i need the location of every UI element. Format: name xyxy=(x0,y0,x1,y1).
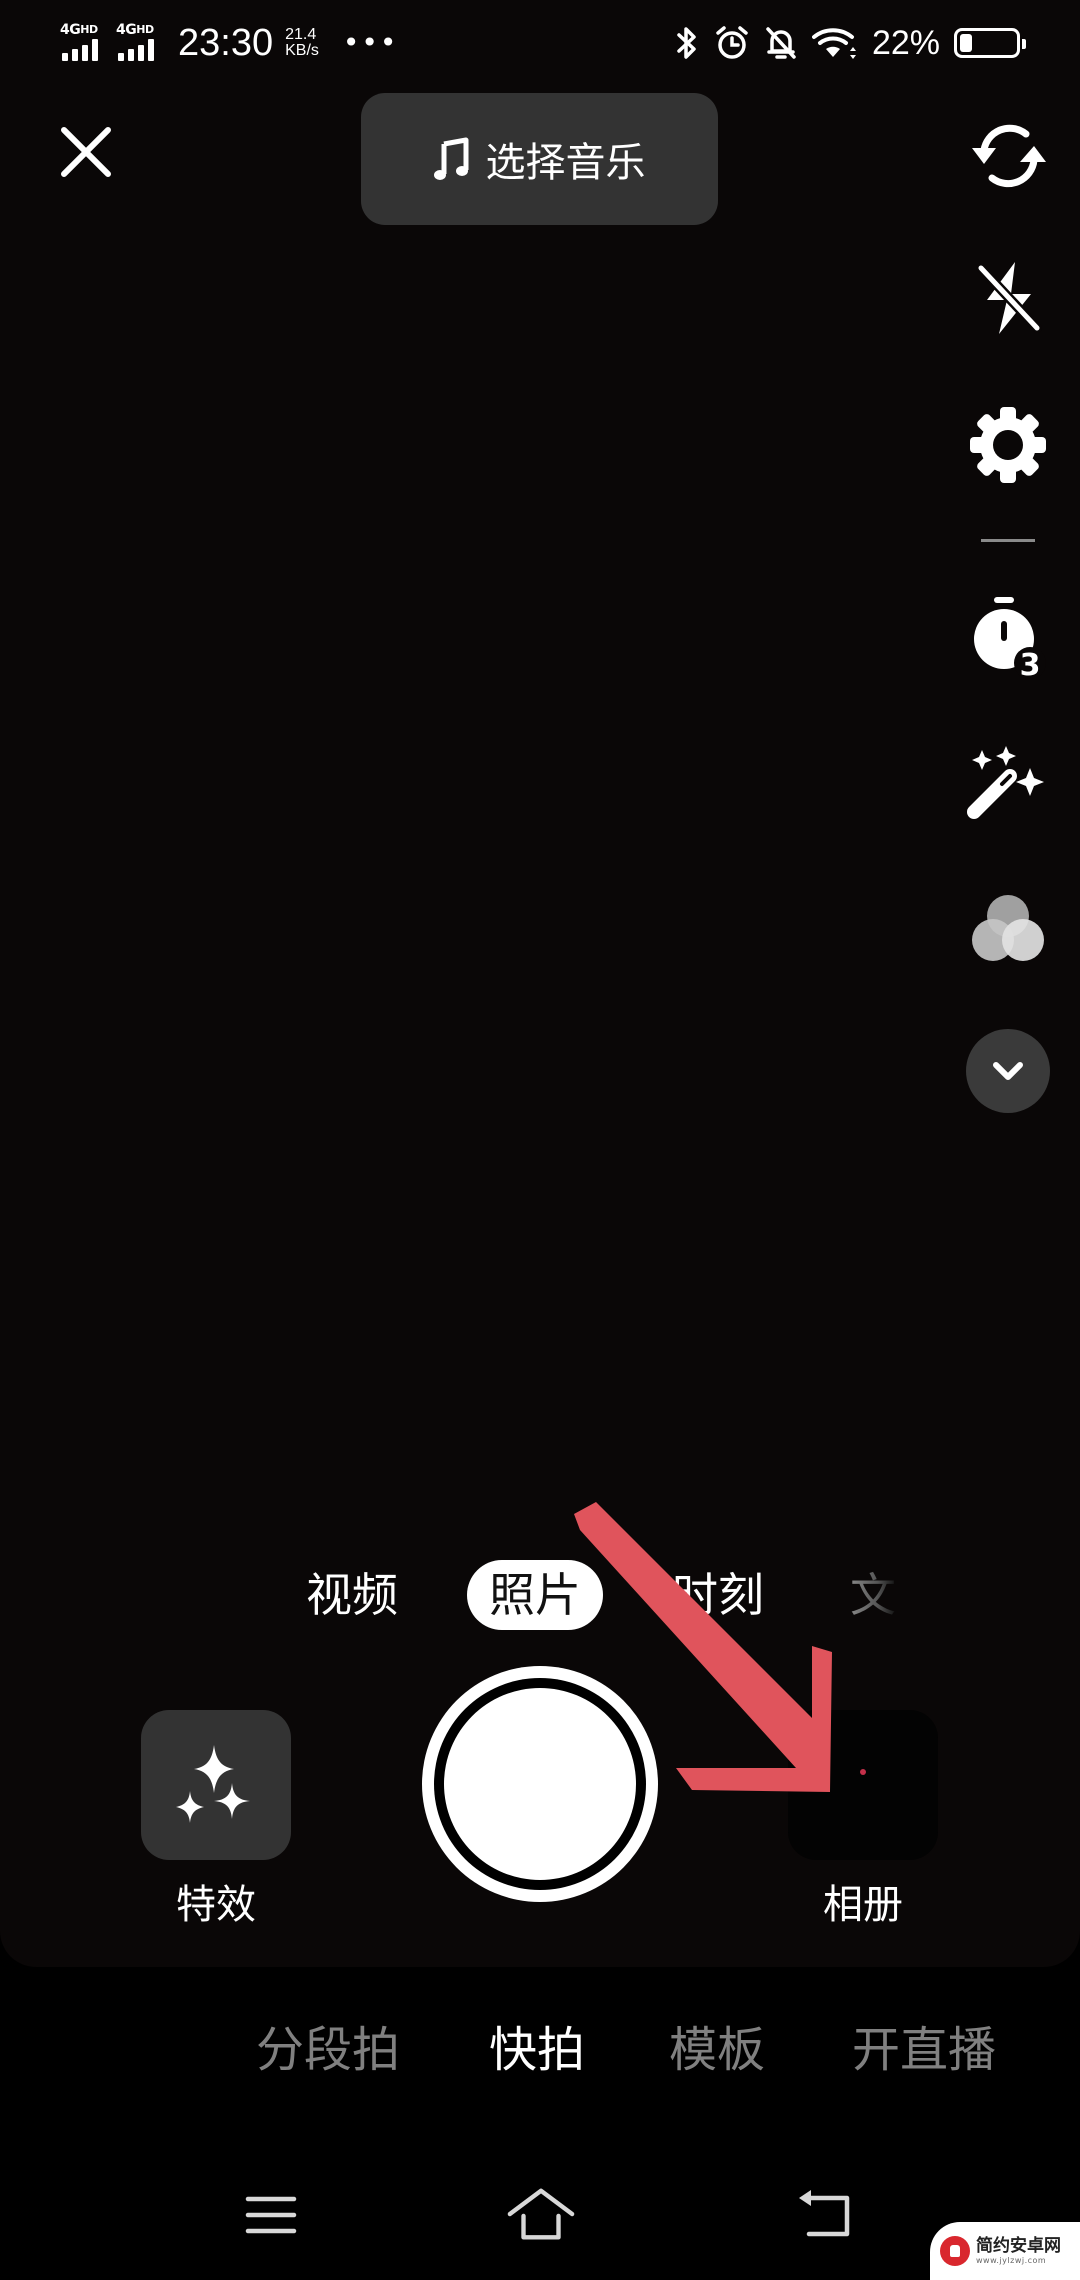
timer-icon: 3 xyxy=(974,597,1046,683)
sim2-network-label: 4G xyxy=(116,22,137,38)
sim1-network-label: 4G xyxy=(60,22,81,38)
app-tab-segmented[interactable]: 分段拍 xyxy=(256,2010,400,2090)
battery-percent: 22% xyxy=(871,23,940,62)
nav-back-button[interactable] xyxy=(790,2180,860,2250)
select-music-button[interactable]: 选择音乐 xyxy=(361,93,718,225)
mode-tab-video[interactable]: 视频 xyxy=(306,1560,398,1630)
watermark-logo-icon xyxy=(940,2236,970,2266)
sparkles-icon xyxy=(176,1745,250,1823)
select-music-label: 选择音乐 xyxy=(485,140,646,186)
watermark-title: 简约安卓网 xyxy=(976,2235,1061,2256)
beautify-button[interactable] xyxy=(962,735,1054,825)
filters-button[interactable] xyxy=(962,885,1054,975)
battery-icon xyxy=(954,28,1026,58)
home-icon xyxy=(507,2188,575,2240)
mode-tab-text[interactable]: 文 xyxy=(850,1560,896,1630)
capture-mode-tabs: 视频 照片 时刻 文 xyxy=(0,1560,1080,1630)
chevron-down-icon xyxy=(993,1062,1023,1080)
bell-muted-icon xyxy=(766,27,796,59)
flash-off-icon xyxy=(976,262,1042,334)
nav-home-button[interactable] xyxy=(506,2180,576,2250)
network-speed-value: 21.4 xyxy=(285,26,317,43)
album-label: 相册 xyxy=(823,1882,903,1928)
app-tab-quick-shot[interactable]: 快拍 xyxy=(489,2010,585,2090)
timer-badge: 3 xyxy=(1020,648,1041,683)
sim2-badge: HD xyxy=(136,23,154,36)
album-button[interactable] xyxy=(788,1710,938,1860)
network-speed: 21.4 KB/s xyxy=(285,27,319,59)
status-bar: 4GHD 4GHD 23:30 21.4 KB/s ••• 22% xyxy=(0,0,1080,86)
alarm-icon xyxy=(716,26,748,59)
close-icon xyxy=(61,127,111,177)
filter-circles-icon xyxy=(972,895,1044,961)
more-notifications-icon: ••• xyxy=(342,26,399,59)
wifi-icon xyxy=(811,28,856,59)
network-speed-unit: KB/s xyxy=(285,42,319,59)
shutter-button[interactable] xyxy=(422,1666,658,1902)
app-tab-go-live[interactable]: 开直播 xyxy=(852,2010,996,2090)
bluetooth-icon xyxy=(677,27,696,59)
watermark-url: www.jylzwj.com xyxy=(976,2255,1047,2265)
more-tools-button[interactable] xyxy=(966,1029,1050,1113)
close-button[interactable] xyxy=(56,122,116,182)
sim1-signal-icon: 4GHD xyxy=(60,23,108,63)
effects-button[interactable] xyxy=(141,1710,291,1860)
app-tab-templates[interactable]: 模板 xyxy=(669,2010,765,2090)
app-tabs: 分段拍 快拍 模板 开直播 xyxy=(0,2010,1080,2090)
effects-label: 特效 xyxy=(176,1882,256,1928)
mode-tab-moment[interactable]: 时刻 xyxy=(672,1560,764,1630)
gear-icon xyxy=(970,407,1046,483)
battery-level-fill xyxy=(960,34,972,52)
sim2-signal-icon: 4GHD xyxy=(116,23,164,63)
nav-menu-button[interactable] xyxy=(236,2180,306,2250)
album-thumbnail xyxy=(860,1769,866,1775)
clock: 23:30 xyxy=(178,21,274,64)
system-nav-bar xyxy=(0,2180,1080,2250)
timer-button[interactable]: 3 xyxy=(962,595,1054,685)
music-note-icon xyxy=(433,137,468,180)
watermark: 简约安卓网 www.jylzwj.com xyxy=(930,2222,1080,2280)
back-icon xyxy=(799,2190,850,2237)
menu-icon xyxy=(245,2196,297,2234)
sim1-badge: HD xyxy=(80,23,98,36)
magic-wand-icon xyxy=(967,746,1044,819)
toolbar-divider xyxy=(981,539,1035,542)
flash-toggle-button[interactable] xyxy=(962,258,1054,338)
flip-camera-button[interactable] xyxy=(962,115,1054,195)
flip-camera-icon xyxy=(972,124,1046,188)
settings-button[interactable] xyxy=(962,405,1054,485)
mode-tab-photo[interactable]: 照片 xyxy=(467,1560,603,1630)
